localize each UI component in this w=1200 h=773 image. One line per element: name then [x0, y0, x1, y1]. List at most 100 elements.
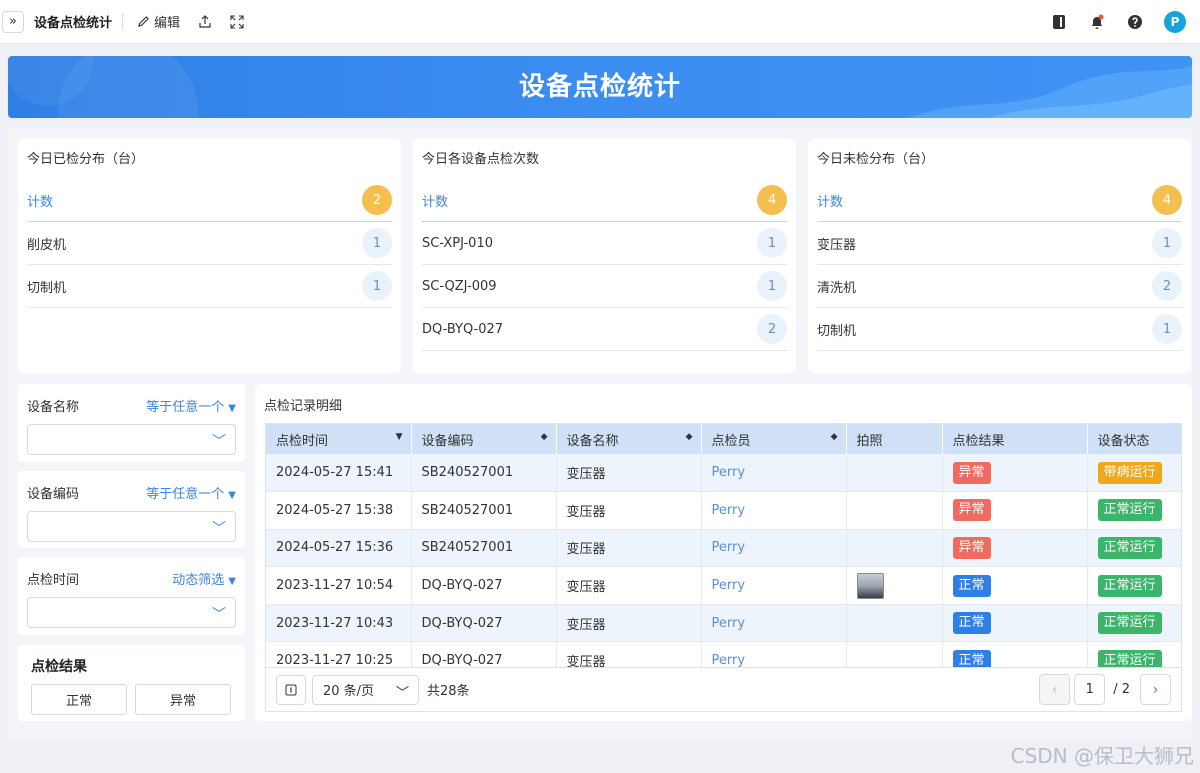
page-number-input[interactable]: 1 — [1074, 674, 1106, 705]
filter-operator-dropdown[interactable]: 动态筛选 ▼ — [172, 569, 236, 588]
share-button[interactable] — [198, 14, 212, 29]
notification-button[interactable] — [1088, 13, 1106, 31]
cell-photo — [846, 491, 943, 530]
toolbar-right: P — [1050, 0, 1186, 44]
next-page-button[interactable]: › — [1140, 674, 1171, 705]
cell-time: 2024-05-27 15:41 — [266, 454, 412, 493]
column-header[interactable]: 设备名称 ◆ — [556, 424, 702, 454]
page-size-select[interactable]: 20 条/页 ﹀ — [312, 674, 419, 705]
table-row[interactable]: 2024-05-27 15:41 SB240527001 变压器 Perry 异常 带病运… — [266, 454, 1181, 493]
page-title: 设备点检统计 — [34, 16, 113, 31]
help-icon — [1128, 15, 1142, 29]
filter-result: 点检结果 正常 异常 — [18, 645, 245, 721]
table-row[interactable]: 2023-11-27 10:43 DQ-BYQ-027 变压器 Perry 正常 正常运行 — [266, 604, 1181, 643]
cell-result: 异常 — [942, 529, 1088, 568]
cell-code: SB240527001 — [411, 491, 557, 530]
list-item[interactable]: DQ-BYQ-027 2 — [422, 308, 787, 351]
help-button[interactable] — [1126, 13, 1144, 31]
column-header[interactable]: 点检员 ◆ — [701, 424, 847, 454]
cell-time: 2023-11-27 10:25 — [266, 641, 412, 667]
sort-icon[interactable]: ◆ — [541, 432, 548, 442]
count-badge: 2 — [1152, 271, 1182, 301]
column-header[interactable]: 设备编码 ◆ — [411, 424, 557, 454]
card-total-row: 计数 4 — [817, 179, 1182, 222]
edit-label: 编辑 — [154, 16, 181, 31]
upload-icon — [199, 14, 211, 28]
card-title: 今日已检分布（台） — [27, 152, 145, 167]
avatar[interactable]: P — [1164, 11, 1186, 33]
result-segmented-control: 正常 异常 — [31, 684, 232, 715]
cell-device-name: 变压器 — [556, 604, 702, 643]
expand-icon — [230, 14, 244, 29]
column-settings-button[interactable] — [276, 674, 306, 705]
caret-down-icon: ▼ — [228, 402, 236, 414]
page-size-label: 20 条/页 — [323, 684, 375, 699]
cell-device-name: 变压器 — [556, 491, 702, 530]
table-row[interactable]: 2024-05-27 15:38 SB240527001 变压器 Perry 异常 正常运… — [266, 491, 1181, 530]
cell-device-name: 变压器 — [556, 529, 702, 568]
cell-inspector-link[interactable]: Perry — [701, 604, 847, 643]
device-code-select[interactable]: ﹀ — [27, 511, 236, 542]
expand-sidebar-button[interactable]: » — [2, 10, 24, 33]
cell-inspector-link[interactable]: Perry — [701, 491, 847, 530]
cell-inspector-link[interactable]: Perry — [701, 566, 847, 605]
cell-device-name: 变压器 — [556, 566, 702, 605]
sort-icon[interactable]: ◆ — [686, 432, 693, 442]
cell-code: SB240527001 — [411, 454, 557, 493]
records-table[interactable]: 点检时间 ▼ 设备编码 ◆ 设备名称 ◆ 点检员 ◆ 拍照 点检结果 设备状态 2024… — [265, 423, 1182, 668]
total-label: 计数 — [27, 194, 54, 210]
column-header[interactable]: 点检时间 ▼ — [266, 424, 412, 454]
cell-photo — [846, 641, 943, 667]
list-item[interactable]: 切制机 1 — [817, 308, 1182, 351]
table-row[interactable]: 2023-11-27 10:54 DQ-BYQ-027 变压器 Perry 正常 正常运行 — [266, 566, 1181, 605]
result-abnormal-button[interactable]: 异常 — [135, 684, 231, 715]
table-row[interactable]: 2023-11-27 10:25 DQ-BYQ-027 变压器 Perry 正常 正常运行 — [266, 641, 1181, 667]
sort-desc-icon[interactable]: ▼ — [396, 432, 403, 442]
document-button[interactable] — [1050, 13, 1068, 31]
banner-title: 设备点检统计 — [518, 72, 681, 102]
prev-page-button[interactable]: ‹ — [1039, 674, 1071, 705]
result-tag: 异常 — [952, 461, 991, 484]
column-label: 拍照 — [856, 433, 883, 449]
count-badge: 1 — [757, 271, 787, 301]
cell-device-name: 变压器 — [556, 641, 702, 667]
edit-button[interactable]: 编辑 — [137, 12, 180, 31]
list-item[interactable]: 削皮机 1 — [27, 222, 392, 265]
item-name: SC-XPJ-010 — [422, 235, 493, 251]
cell-inspector-link[interactable]: Perry — [701, 529, 847, 568]
cell-photo — [846, 604, 943, 643]
list-item[interactable]: SC-XPJ-010 1 — [422, 222, 787, 265]
filter-operator-dropdown[interactable]: 等于任意一个 ▼ — [146, 483, 236, 502]
top-bar: » 设备点检统计 编辑 P — [0, 0, 1200, 44]
caret-down-icon: ▼ — [228, 489, 236, 501]
operator-label: 动态筛选 — [172, 572, 225, 588]
result-tag: 异常 — [952, 499, 991, 522]
list-item[interactable]: 清洗机 2 — [817, 265, 1182, 308]
fullscreen-button[interactable] — [230, 14, 244, 29]
filter-device-name: 设备名称 等于任意一个 ▼ ﹀ — [18, 384, 245, 462]
result-tag: 正常 — [952, 612, 991, 635]
cell-inspector-link[interactable]: Perry — [701, 641, 847, 667]
cell-result: 异常 — [942, 454, 1088, 493]
filter-operator-dropdown[interactable]: 等于任意一个 ▼ — [146, 396, 236, 415]
check-time-select[interactable]: ﹀ — [27, 597, 236, 628]
cell-code: DQ-BYQ-027 — [411, 604, 557, 643]
cell-time: 2024-05-27 15:38 — [266, 491, 412, 530]
result-tag: 正常 — [952, 649, 991, 667]
cell-inspector-link[interactable]: Perry — [701, 454, 847, 493]
page-count: / 2 — [1113, 682, 1130, 697]
list-item[interactable]: SC-QZJ-009 1 — [422, 265, 787, 308]
device-name-select[interactable]: ﹀ — [27, 424, 236, 455]
photo-thumbnail[interactable] — [856, 572, 884, 599]
cell-code: DQ-BYQ-027 — [411, 566, 557, 605]
list-item[interactable]: 切制机 1 — [27, 265, 392, 308]
sort-icon[interactable]: ◆ — [831, 432, 838, 442]
list-item[interactable]: 变压器 1 — [817, 222, 1182, 265]
cell-result: 异常 — [942, 491, 1088, 530]
table-title: 点检记录明细 — [264, 399, 343, 414]
total-badge: 2 — [362, 185, 392, 215]
result-normal-button[interactable]: 正常 — [31, 684, 127, 715]
cell-device-name: 变压器 — [556, 454, 702, 493]
status-tag: 正常运行 — [1097, 536, 1162, 559]
table-row[interactable]: 2024-05-27 15:36 SB240527001 变压器 Perry 异常 正常运… — [266, 529, 1181, 568]
